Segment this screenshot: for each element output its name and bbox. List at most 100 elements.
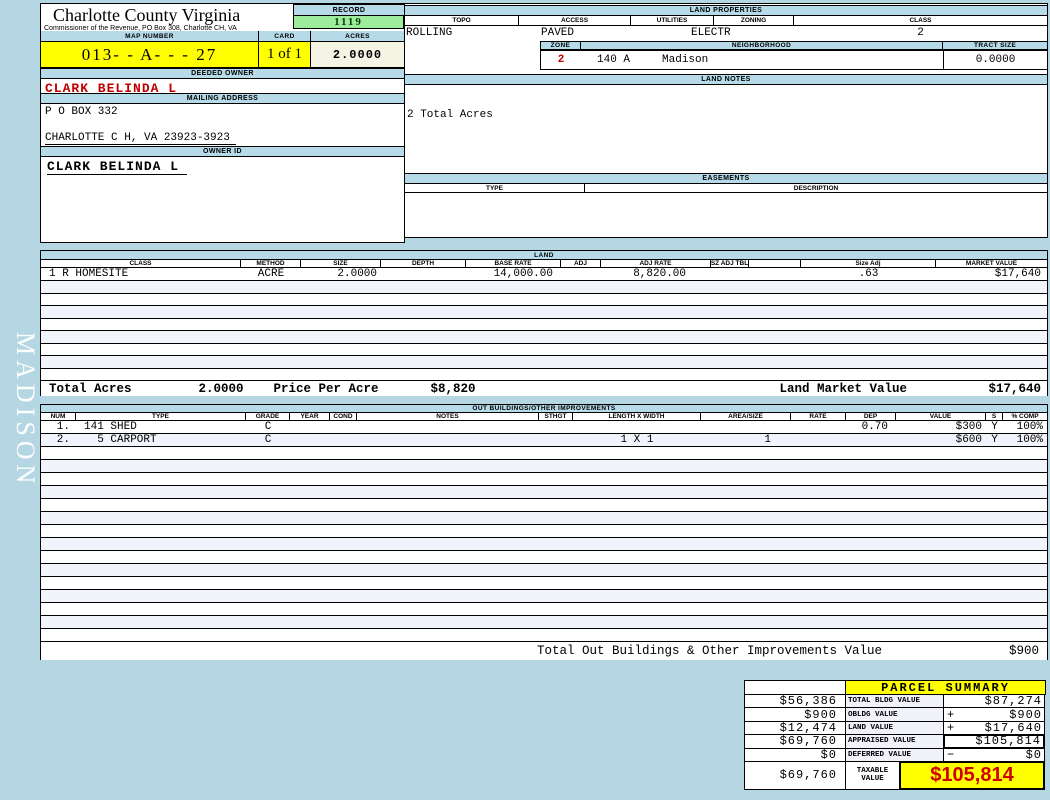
price-per-acre-value: $8,820 [430,381,476,396]
parcel-summary-row: $69,760 APPRAISED VALUE $105,814 [744,734,1048,749]
mailing-address-label: MAILING ADDRESS [41,93,404,104]
empty-row [41,629,1047,642]
table-cell: $300 [955,421,982,433]
column-header: METHOD [241,260,301,267]
empty-row [41,343,1047,356]
out-buildings-total-label: Total Out Buildings & Other Improvements… [536,644,882,658]
table-cell: 1 [764,434,771,446]
column-header: NUM [41,413,76,420]
column-header [749,260,801,267]
table-cell [561,268,601,280]
summary-value: − $0 [943,747,1045,762]
topo-value: ROLLING [406,27,453,39]
land-properties-panel: LAND PROPERTIES TOPO ACCESS UTILITIES ZO… [404,3,1048,238]
sidebar-vertical-label: MADISON [11,331,40,489]
table-cell: ACRE [257,268,285,280]
address-line1: P O BOX 332 [45,106,118,118]
utilities-label: UTILITIES [631,16,714,25]
table-row: 2. 5 CARPORT C 1 X 1 1 $600 Y 100% [41,434,1047,447]
table-cell [290,434,330,446]
empty-row [41,616,1047,629]
tract-size-value: 0.0000 [943,51,1047,69]
summary-amount: $17,640 [984,720,1042,735]
empty-row [41,577,1047,590]
parcel-summary-title-row: PARCEL SUMMARY [744,680,1048,695]
table-cell [381,268,466,280]
summary-label: DEFERRED VALUE [845,747,944,762]
summary-amount: $900 [1009,707,1042,722]
table-cell: 100% [1016,434,1043,446]
easement-description-label: DESCRIPTION [793,184,839,192]
table-cell: 1 R HOMESITE [49,268,129,280]
column-header: ADJ RATE [601,260,711,267]
table-cell [846,434,896,446]
column-header: MARKET VALUE [965,260,1018,267]
out-buildings-panel: OUT BUILDINGS/OTHER IMPROVEMENTS NUM TYPE… [40,404,1048,660]
land-totals-row: Total Acres 2.0000 Price Per Acre $8,820… [41,381,1047,396]
empty-row [41,473,1047,486]
record-box: RECORD 1119 [293,4,404,29]
table-cell: 141 SHED [84,421,137,433]
column-header: SZ ADJ TBL [710,260,749,267]
column-header: S [986,413,1003,420]
summary-left-value: $56,386 [744,694,846,709]
owner-id-label: OWNER ID [41,146,404,157]
acres-label: ACRES [311,31,404,42]
land-title: LAND [41,251,1047,260]
empty-row [41,551,1047,564]
county-title: Charlotte County Virginia [53,5,241,25]
card-value: 1 of 1 [259,42,311,68]
zoning-label: ZONING [714,16,794,25]
column-header: SIZE [301,260,381,267]
summary-sign: + [947,720,956,735]
land-notes-value: 2 Total Acres [407,109,493,121]
access-label: ACCESS [519,16,631,25]
table-cell: .63 [858,268,879,280]
summary-value: + $17,640 [943,720,1045,736]
deeded-owner-label: DEEDED OWNER [41,68,404,79]
address-line2: CHARLOTTE C H, VA 23923-3923 [45,132,236,145]
out-buildings-header-row: NUM TYPE GRADE YEAR COND NOTES STHGT LENGTH X W… [41,413,1047,421]
column-header: STHGT [539,413,573,420]
easement-type-label: TYPE [405,184,585,192]
out-buildings-total-row: Total Out Buildings & Other Improvements… [41,642,1047,660]
land-properties-title: LAND PROPERTIES [405,5,1047,16]
table-cell [357,421,539,433]
card-label: CARD [259,31,311,42]
column-header: GRADE [246,413,290,420]
topo-label: TOPO [405,16,519,25]
summary-left-value: $0 [744,747,846,762]
table-cell [791,421,846,433]
summary-label: LAND VALUE [845,720,944,736]
column-header: % COMP [1011,413,1039,420]
summary-left-value: $69,760 [744,734,846,749]
column-header: RATE [791,413,846,420]
zone-box: ZONE NEIGHBORHOOD TRACT SIZE 2 140 A Mad… [540,41,1047,70]
summary-label: OBLDG VALUE [845,707,944,722]
table-cell: 100% [1016,421,1043,433]
empty-row [41,538,1047,551]
taxable-value-row: $69,760 TAXABLE VALUE $105,814 [744,760,1048,790]
parcel-summary-row: $900 OBLDG VALUE + $900 [744,707,1048,722]
empty-row [41,447,1047,460]
table-row: 1 R HOMESITE ACRE 2.0000 14,000.00 8,820.00.… [41,268,1047,281]
column-header: YEAR [290,413,330,420]
owner-panel: Charlotte County Virginia Commissioner o… [40,3,405,243]
table-cell: 5 CARPORT [84,434,157,446]
summary-amount: $105,814 [975,734,1041,749]
table-cell [539,421,573,433]
column-header: Size Adj [801,260,936,267]
total-acres-value: 2.0000 [198,381,244,396]
summary-value: $105,814 [943,734,1045,749]
empty-row [41,318,1047,331]
table-cell: $600 [955,434,982,446]
table-cell: 0.70 [861,421,888,433]
empty-row [41,460,1047,473]
table-row: 1. 141 SHED C 0.70 $300 Y 100% [41,421,1047,434]
table-cell: 1 X 1 [620,434,654,446]
out-buildings-table-body: 1. 141 SHED C 0.70 $300 Y 100% 2. 5 CARPORT C 1 X… [41,421,1047,642]
empty-row [41,356,1047,369]
land-header-row: CLASS METHOD SIZE DEPTH BASE RATE ADJ ADJ RATE… [41,260,1047,268]
empty-row [41,293,1047,306]
owner-id-value: CLARK BELINDA L [47,159,188,175]
